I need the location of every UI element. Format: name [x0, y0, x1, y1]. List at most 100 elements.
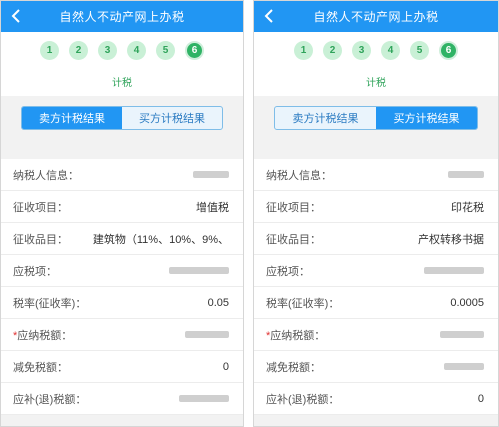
redacted-placeholder	[440, 331, 484, 339]
obscured-value	[169, 265, 229, 277]
redacted-placeholder	[185, 331, 229, 339]
step-2[interactable]: 2	[69, 41, 88, 60]
tax-row: 应补(退)税额： 0	[254, 383, 498, 415]
tab-area: 卖方计税结果 买方计税结果	[254, 96, 498, 159]
tax-row: 税率(征收率)： 0.05	[1, 287, 243, 319]
tax-row: 税率(征收率)： 0.0005	[254, 287, 498, 319]
row-label: 应补(退)税额：	[13, 391, 86, 407]
tax-row: 应税项：	[254, 255, 498, 287]
obscured-value	[440, 329, 484, 341]
page-title: 自然人不动产网上办税	[59, 10, 185, 24]
redacted-placeholder	[424, 267, 484, 275]
row-label: 应补(退)税额：	[266, 391, 339, 407]
obscured-value	[448, 169, 484, 181]
redacted-placeholder	[179, 395, 229, 403]
step-4[interactable]: 4	[381, 41, 400, 60]
step-5[interactable]: 5	[410, 41, 429, 60]
row-label-text: 应纳税额：	[17, 329, 73, 342]
row-label-text: 征收品目：	[266, 233, 321, 246]
row-label-text: 纳税人信息：	[13, 169, 79, 182]
row-value: 0	[222, 360, 229, 373]
obscured-value	[185, 329, 229, 341]
tax-row: 征收项目： 增值税	[1, 191, 243, 223]
tax-row: 纳税人信息：	[254, 159, 498, 191]
obscured-value	[444, 361, 484, 373]
row-label: 征收项目：	[13, 199, 68, 215]
tab-buyer-result[interactable]: 买方计税结果	[122, 107, 222, 129]
step-2[interactable]: 2	[323, 41, 342, 60]
row-value: 0	[477, 392, 484, 405]
row-value: 产权转移书据	[418, 233, 484, 246]
step-3[interactable]: 3	[352, 41, 371, 60]
step-label: 计税	[366, 78, 386, 89]
obscured-value	[424, 265, 484, 277]
row-label: 减免税额：	[266, 359, 321, 375]
row-label-text: 征收品目：	[13, 233, 68, 246]
app-header: 自然人不动产网上办税	[1, 1, 243, 32]
tax-row: 征收品目： 建筑物（11%、10%、9%、	[1, 223, 243, 255]
row-label: 征收品目：	[13, 231, 68, 247]
step-6-active[interactable]: 6	[439, 41, 458, 60]
tab-seller-result[interactable]: 卖方计税结果	[275, 107, 376, 129]
redacted-placeholder	[169, 267, 229, 275]
row-label: 减免税额：	[13, 359, 68, 375]
row-label-text: 征收项目：	[13, 201, 68, 214]
row-value: 建筑物（11%、10%、9%、	[92, 233, 229, 246]
back-chevron-icon[interactable]	[7, 6, 25, 26]
row-label-text: 税率(征收率)：	[266, 297, 340, 310]
tax-row: *应纳税额：	[1, 319, 243, 351]
tab-seller-result[interactable]: 卖方计税结果	[22, 107, 122, 129]
step-5[interactable]: 5	[156, 41, 175, 60]
row-label: 税率(征收率)：	[13, 295, 86, 311]
row-label-text: 应税项：	[13, 265, 57, 278]
tax-row: 应税项：	[1, 255, 243, 287]
row-label-text: 减免税额：	[13, 361, 68, 374]
step-4[interactable]: 4	[127, 41, 146, 60]
tax-row: 减免税额：	[254, 351, 498, 383]
row-label: 应税项：	[13, 263, 57, 279]
step-label: 计税	[112, 78, 132, 89]
tab-buyer-result[interactable]: 买方计税结果	[376, 107, 477, 129]
tab-area: 卖方计税结果 买方计税结果	[1, 96, 243, 159]
row-label-text: 纳税人信息：	[266, 169, 332, 182]
tax-row: 征收项目： 印花税	[254, 191, 498, 223]
tax-row: 应补(退)税额：	[1, 383, 243, 415]
row-value: 印花税	[451, 201, 484, 214]
row-label-text: 税率(征收率)：	[13, 297, 87, 310]
phone-screen-right: 自然人不动产网上办税 1 2 3 4 5 6 计税 卖方计税结果 买方计税结果 …	[253, 0, 499, 427]
redacted-placeholder	[193, 171, 229, 179]
tax-row: *应纳税额：	[254, 319, 498, 351]
row-label: *应纳税额：	[13, 327, 72, 343]
step-1[interactable]: 1	[294, 41, 313, 60]
row-value: 0.0005	[450, 296, 484, 309]
row-label-text: 应补(退)税额：	[13, 393, 87, 406]
tax-row: 减免税额： 0	[1, 351, 243, 383]
row-label: 征收品目：	[266, 231, 321, 247]
step-1[interactable]: 1	[40, 41, 59, 60]
tax-result-list: 纳税人信息： 征收项目： 增值税征收品目： 建筑物（11%、10%、9%、应税项： 税率…	[1, 159, 243, 415]
step-3[interactable]: 3	[98, 41, 117, 60]
result-tabs: 卖方计税结果 买方计税结果	[21, 106, 223, 130]
row-label: 应税项：	[266, 263, 310, 279]
step-6-active[interactable]: 6	[185, 41, 204, 60]
back-chevron-icon[interactable]	[260, 6, 278, 26]
step-indicator: 1 2 3 4 5 6 计税	[254, 32, 498, 96]
tax-result-list: 纳税人信息： 征收项目： 印花税征收品目： 产权转移书据应税项： 税率(征收率)： 0.0…	[254, 159, 498, 415]
row-label-text: 应补(退)税额：	[266, 393, 340, 406]
redacted-placeholder	[448, 171, 484, 179]
result-tabs: 卖方计税结果 买方计税结果	[274, 106, 478, 130]
app-header: 自然人不动产网上办税	[254, 1, 498, 32]
row-label: 税率(征收率)：	[266, 295, 339, 311]
row-label-text: 减免税额：	[266, 361, 321, 374]
row-label: 纳税人信息：	[266, 167, 332, 183]
row-value: 0.05	[207, 296, 229, 309]
tax-row: 纳税人信息：	[1, 159, 243, 191]
row-label-text: 征收项目：	[266, 201, 321, 214]
row-label: 纳税人信息：	[13, 167, 79, 183]
row-label-text: 应税项：	[266, 265, 310, 278]
phone-screen-left: 自然人不动产网上办税 1 2 3 4 5 6 计税 卖方计税结果 买方计税结果 …	[0, 0, 244, 427]
redacted-placeholder	[444, 363, 484, 371]
row-label-text: 应纳税额：	[270, 329, 326, 342]
row-label: *应纳税额：	[266, 327, 325, 343]
obscured-value	[193, 169, 229, 181]
